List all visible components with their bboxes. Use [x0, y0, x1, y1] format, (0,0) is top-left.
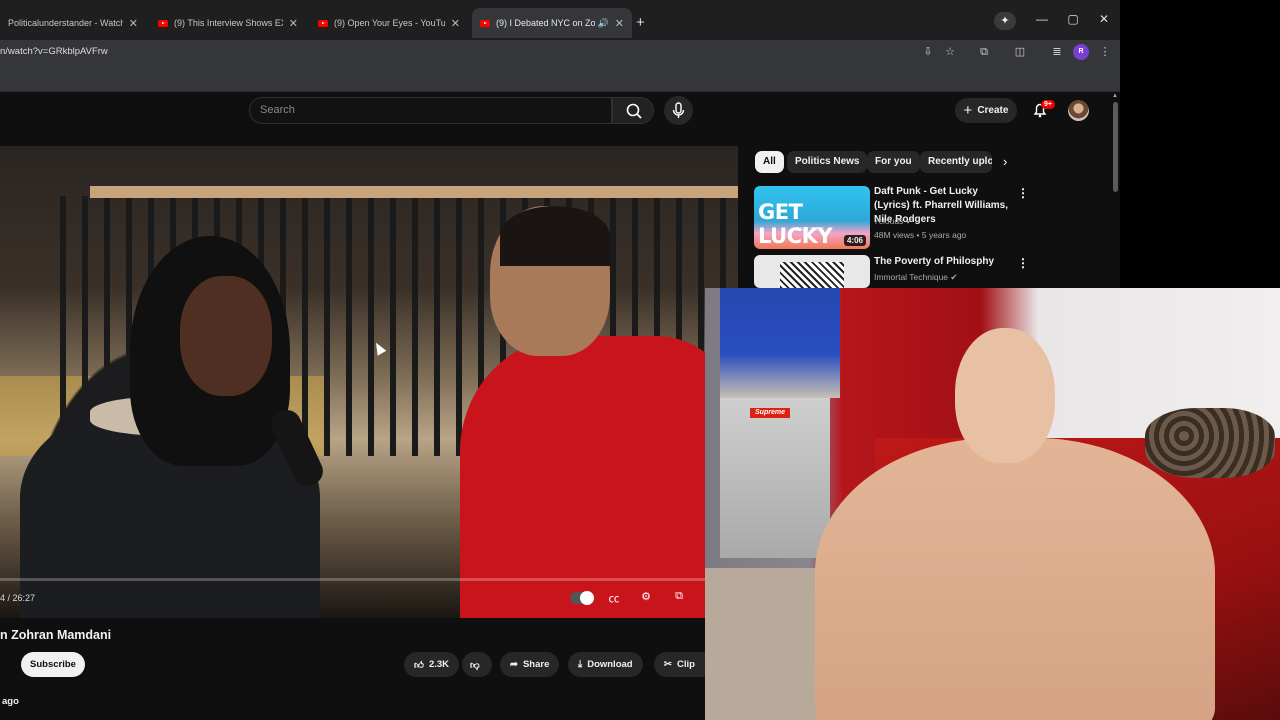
media-controls-icon[interactable]: ≣: [1049, 44, 1065, 60]
recommendation-channel[interactable]: Immortal Technique ✔: [874, 272, 958, 283]
maximize-icon[interactable]: ▢: [1063, 12, 1083, 26]
autoplay-toggle[interactable]: [570, 591, 594, 605]
download-button[interactable]: ⤓ Download: [568, 652, 643, 677]
search-button[interactable]: [612, 97, 654, 124]
more-actions-icon[interactable]: ⋮: [1017, 256, 1029, 270]
download-label: Download: [587, 659, 633, 670]
webcam-overlay: Supreme: [705, 288, 1280, 720]
upload-age: ago: [2, 696, 19, 707]
miniplayer-icon[interactable]: ⧉: [670, 590, 688, 606]
new-tab-button[interactable]: +: [636, 14, 645, 31]
close-window-icon[interactable]: ✕: [1094, 12, 1114, 26]
like-button[interactable]: 👍︎ 2.3K: [404, 652, 460, 677]
create-button[interactable]: + Create: [955, 98, 1017, 123]
browser-tab[interactable]: Politicalunderstander - Watch c ✕: [0, 8, 146, 38]
voice-search-button[interactable]: [664, 96, 693, 125]
create-label: Create: [977, 105, 1009, 116]
search-icon: [626, 103, 642, 119]
channel-name: 7clouds: [874, 216, 904, 226]
browser-tab[interactable]: (9) This Interview Shows EXACT ✕: [150, 8, 306, 38]
subscribe-button[interactable]: Subscribe: [21, 652, 85, 677]
tab-title: (9) Open Your Eyes - YouTube: [334, 18, 445, 28]
thumbnail-subtext: DAFT PUNK: [796, 227, 825, 233]
clip-button[interactable]: ✂ Clip: [654, 652, 705, 677]
recommendation-channel[interactable]: 7clouds ✔: [874, 216, 913, 227]
hair: [500, 206, 610, 266]
extensions-icon[interactable]: ⧉: [976, 44, 992, 60]
thumbnail-art: [780, 262, 844, 288]
close-tab-icon[interactable]: ✕: [289, 17, 298, 30]
channel-name: Immortal Technique: [874, 272, 949, 282]
chevron-right-icon[interactable]: ›: [1003, 154, 1007, 169]
youtube-favicon-icon: [158, 19, 168, 27]
tab-title: (9) This Interview Shows EXACT: [174, 18, 283, 28]
recommendation-title[interactable]: The Poverty of Philosphy: [874, 255, 1014, 269]
video-title: n Zohran Mamdani: [0, 628, 112, 642]
download-arrow-icon: ⤓: [578, 659, 583, 670]
share-label: Share: [522, 659, 550, 670]
youtube-favicon-icon: [318, 19, 328, 27]
chip-for-you[interactable]: For you: [867, 151, 920, 173]
scroll-up-icon[interactable]: ▲: [1112, 93, 1118, 99]
duration-badge: 4:06: [843, 235, 866, 246]
verified-icon: ✔: [905, 216, 913, 226]
tab-title: Politicalunderstander - Watch c: [8, 18, 123, 28]
account-avatar[interactable]: [1068, 100, 1089, 121]
minimize-icon[interactable]: —: [1032, 12, 1052, 26]
dislike-button[interactable]: 👎︎: [462, 652, 492, 677]
sidepanel-icon[interactable]: ◫: [1012, 44, 1028, 60]
streamer-figure: [805, 328, 1225, 720]
search-input[interactable]: Search: [249, 97, 612, 124]
notification-badge: 9+: [1041, 100, 1055, 109]
verified-icon: ✔: [950, 272, 958, 282]
chip-all[interactable]: All: [755, 151, 784, 173]
close-tab-icon[interactable]: ✕: [451, 17, 460, 30]
browser-tab[interactable]: (9) Open Your Eyes - YouTube ✕: [310, 8, 468, 38]
recommendation-thumbnail[interactable]: [754, 255, 870, 288]
scrollbar-thumb[interactable]: [1113, 102, 1118, 192]
more-actions-icon[interactable]: ⋮: [1017, 186, 1029, 200]
tab-title: (9) I Debated NYC on Zohra: [496, 18, 595, 28]
bookmarks-bar: [0, 65, 1120, 92]
scissors-icon: ✂: [664, 659, 672, 670]
gemini-icon[interactable]: ✦: [994, 12, 1016, 30]
share-button[interactable]: ➦ Share: [500, 652, 560, 677]
video-progress-bar[interactable]: [0, 578, 705, 581]
video-timecode: 4 / 26:27: [0, 593, 36, 603]
browser-tab-active[interactable]: (9) I Debated NYC on Zohra 🔊 ✕: [472, 8, 632, 38]
sticker-logo: Supreme: [750, 408, 790, 418]
interviewer-figure: [460, 206, 738, 618]
close-tab-icon[interactable]: ✕: [615, 17, 624, 30]
browser-menu-icon[interactable]: ⋮: [1097, 44, 1113, 60]
video-player[interactable]: [0, 146, 738, 618]
address-bar-url[interactable]: n/watch?v=GRkblpAVFrw: [0, 46, 108, 57]
chip-recently-uploaded[interactable]: Recently uplo: [920, 151, 992, 173]
thumbs-down-icon: 👎︎: [470, 659, 480, 671]
thumbs-up-icon: 👍︎: [414, 659, 424, 671]
profile-avatar[interactable]: R: [1073, 44, 1089, 60]
torso: [815, 438, 1215, 720]
close-tab-icon[interactable]: ✕: [129, 17, 138, 30]
face: [180, 276, 272, 396]
like-count: 2.3K: [428, 659, 450, 670]
interviewee-figure: [10, 236, 320, 618]
microphone-icon: [672, 102, 685, 118]
head: [955, 328, 1055, 463]
subtitles-icon[interactable]: ㏄: [605, 590, 623, 606]
recommendation-meta: 48M views • 5 years ago: [874, 230, 967, 240]
clip-label: Clip: [676, 659, 695, 670]
bookmark-star-icon[interactable]: ☆: [942, 44, 958, 60]
share-arrow-icon: ➦: [510, 659, 518, 670]
railing-handrail: [90, 186, 738, 198]
youtube-favicon-icon: [480, 19, 490, 27]
install-app-icon[interactable]: ⇩: [920, 44, 936, 60]
red-sweater: [460, 336, 738, 618]
recommendation-thumbnail[interactable]: GET LUCKY DAFT PUNK 4:06: [754, 186, 870, 249]
settings-gear-icon[interactable]: ⚙: [637, 590, 655, 606]
plus-icon: +: [963, 102, 973, 119]
chip-politics-news[interactable]: Politics News: [787, 151, 868, 173]
speaker-icon[interactable]: 🔊: [598, 18, 609, 29]
